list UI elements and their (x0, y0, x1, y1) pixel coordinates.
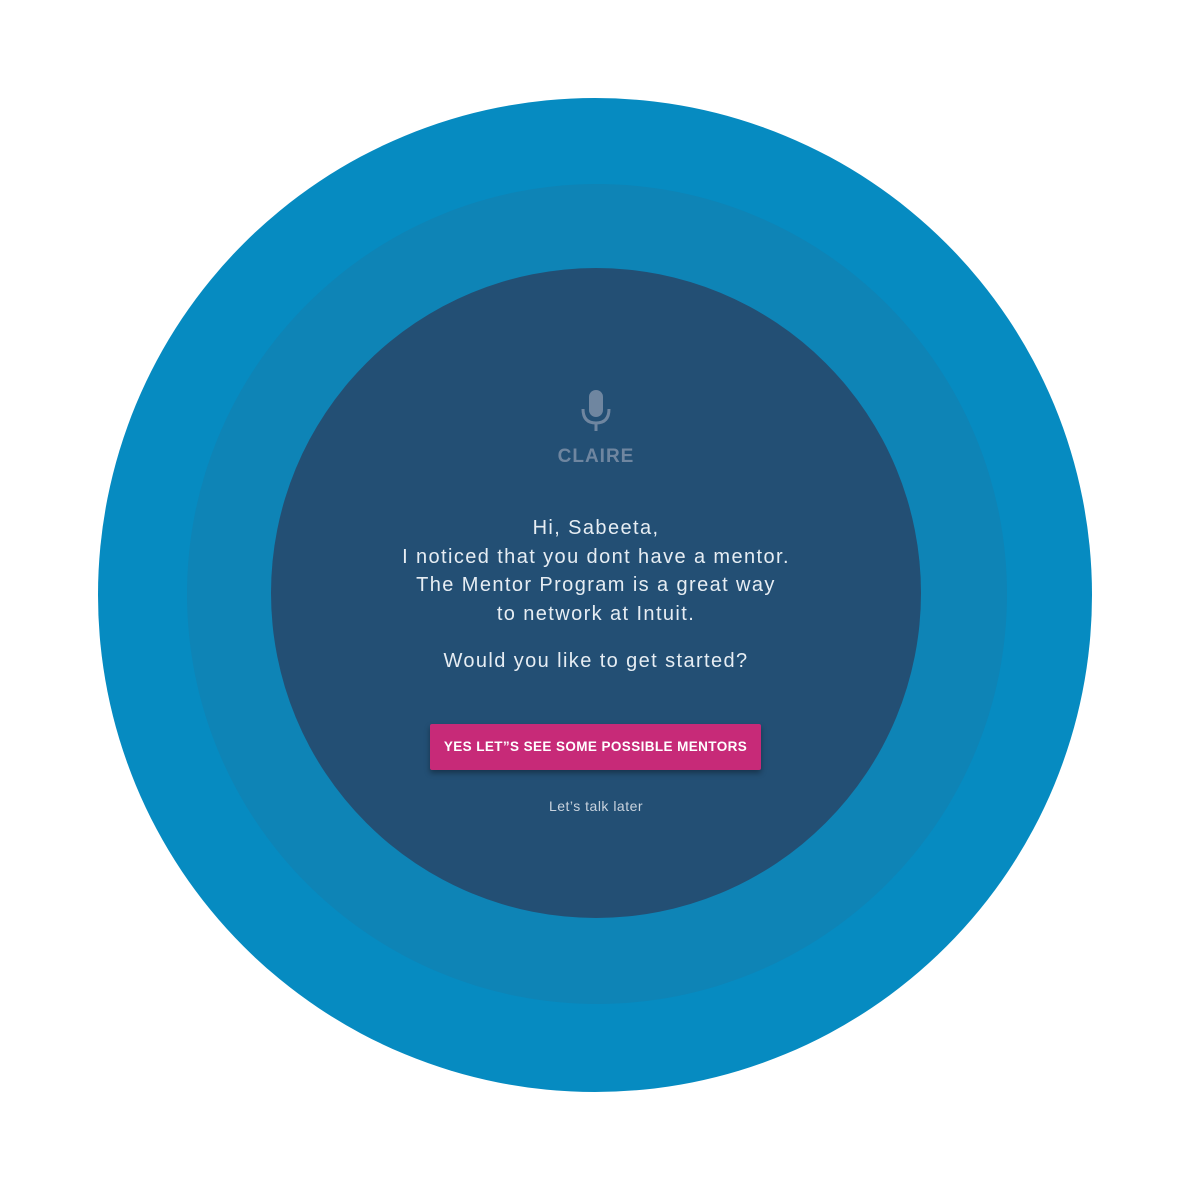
microphone-icon (581, 390, 611, 431)
assistant-name: CLAIRE (557, 446, 635, 467)
message-line: Hi, Sabeeta, (532, 517, 660, 539)
assistant-message: Hi, Sabeeta, I noticed that you dont hav… (271, 514, 921, 628)
assistant-question: Would you like to get started? (443, 650, 749, 672)
message-line: I noticed that you dont have a mentor. (402, 545, 790, 568)
see-mentors-button[interactable]: YES LET”S SEE SOME POSSIBLE MENTORS (430, 724, 761, 770)
message-line: to network at Intuit. (496, 602, 696, 625)
talk-later-link[interactable]: Let’s talk later (271, 798, 921, 814)
assistant-panel: CLAIRE Hi, Sabeeta, I noticed that you d… (271, 268, 921, 918)
message-line: The Mentor Program is a great way (416, 574, 776, 596)
